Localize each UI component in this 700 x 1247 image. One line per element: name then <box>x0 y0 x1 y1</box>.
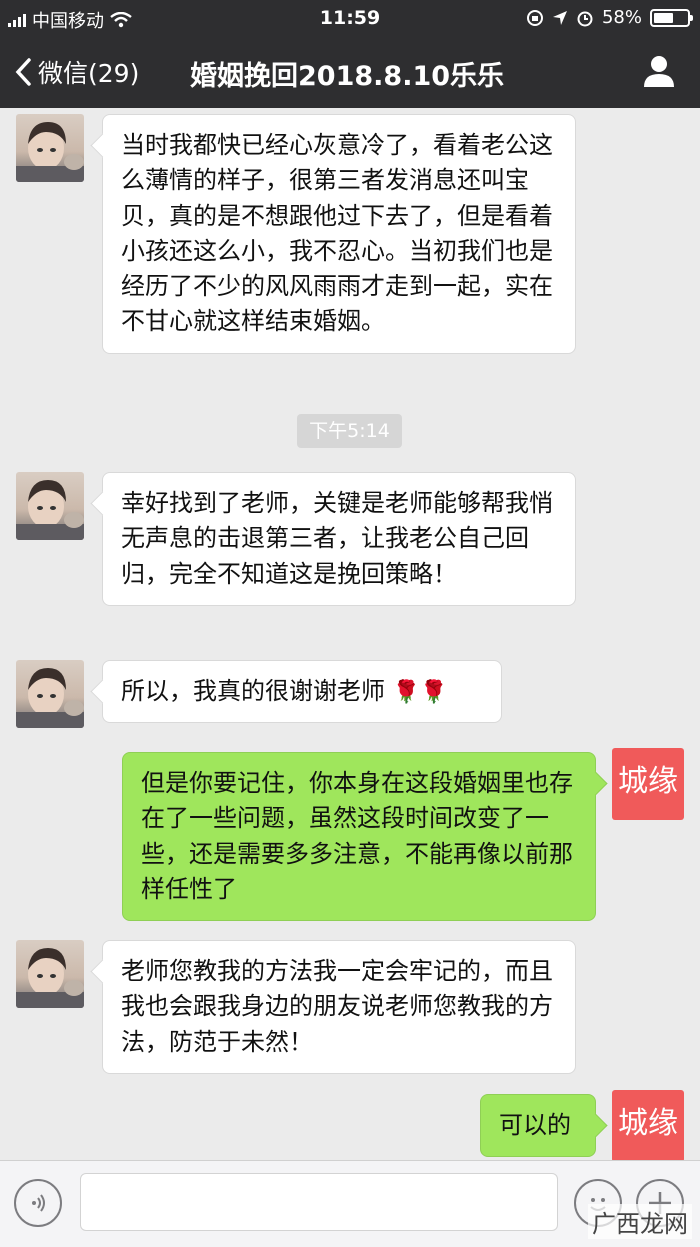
message-text: 但是你要记住，你本身在这段婚姻里也存在了一些问题，虽然这段时间改变了一些，还是需… <box>141 769 573 903</box>
avatar-brand-text: 城缘 <box>618 764 678 799</box>
message-bubble-incoming[interactable]: 所以，我真的很谢谢老师 🌹🌹 <box>102 660 502 724</box>
message-input[interactable] <box>80 1173 558 1231</box>
back-chevron-icon <box>15 58 31 86</box>
profile-icon[interactable] <box>640 52 678 90</box>
battery-percent: 58% <box>601 7 642 28</box>
message-bubble-incoming[interactable]: 老师您教我的方法我一定会牢记的，而且我也会跟我身边的朋友说老师您教我的方法，防范… <box>102 940 576 1074</box>
contact-avatar[interactable] <box>16 114 84 182</box>
status-bar: 中国移动 11:59 58% <box>0 0 700 36</box>
message-text: 幸好找到了老师，关键是老师能够帮我悄无声息的击退第三者，让我老公自己回归，完全不… <box>121 489 553 588</box>
own-avatar[interactable]: 城缘 <box>612 748 684 820</box>
contact-avatar[interactable] <box>16 660 84 728</box>
location-icon <box>552 10 567 25</box>
message-text: 老师您教我的方法我一定会牢记的，而且我也会跟我身边的朋友说老师您教我的方法，防范… <box>121 957 553 1056</box>
message-bubble-outgoing[interactable]: 可以的 <box>480 1094 596 1158</box>
battery-icon <box>650 8 693 27</box>
chat-timestamp: 下午5:14 <box>297 414 402 448</box>
status-right: 58% <box>526 7 693 28</box>
chat-area[interactable]: 当时我都快已经心灰意冷了，看着老公这么薄情的样子，很第三者发消息还叫宝贝，真的是… <box>0 108 700 1160</box>
message-text: 所以，我真的很谢谢老师 <box>121 677 385 705</box>
voice-icon <box>32 1194 45 1212</box>
message-bubble-outgoing[interactable]: 但是你要记住，你本身在这段婚姻里也存在了一些问题，虽然这段时间改变了一些，还是需… <box>122 752 596 922</box>
voice-button[interactable] <box>14 1179 62 1227</box>
back-button[interactable]: 微信(29) <box>14 54 139 90</box>
nav-bar: 微信(29) 婚姻挽回2018.8.10乐乐 <box>0 36 700 108</box>
contact-avatar[interactable] <box>16 472 84 540</box>
back-label: 微信(29) <box>38 59 140 88</box>
contact-avatar[interactable] <box>16 940 84 1008</box>
screen-lock-icon <box>526 9 543 26</box>
message-bubble-incoming[interactable]: 当时我都快已经心灰意冷了，看着老公这么薄情的样子，很第三者发消息还叫宝贝，真的是… <box>102 114 576 354</box>
avatar-brand-text: 城缘 <box>618 1106 678 1141</box>
watermark-logo: 广西龙网 <box>588 1204 692 1239</box>
own-avatar[interactable]: 城缘 <box>612 1090 684 1160</box>
message-text: 可以的 <box>499 1111 571 1139</box>
message-bubble-incoming[interactable]: 幸好找到了老师，关键是老师能够帮我悄无声息的击退第三者，让我老公自己回归，完全不… <box>102 472 576 606</box>
chat-title: 婚姻挽回2018.8.10乐乐 <box>190 61 505 92</box>
rose-emoji-icon: 🌹🌹 <box>392 680 448 705</box>
message-text: 当时我都快已经心灰意冷了，看着老公这么薄情的样子，很第三者发消息还叫宝贝，真的是… <box>121 131 553 336</box>
alarm-icon <box>577 11 593 26</box>
